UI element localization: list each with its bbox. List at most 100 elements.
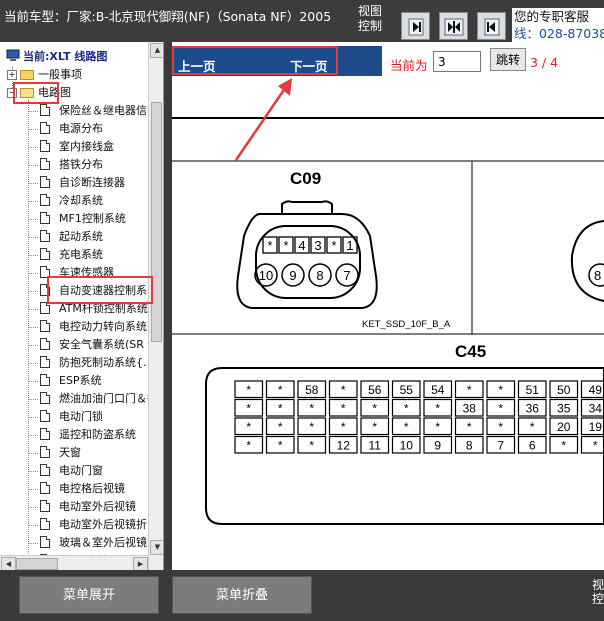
document-icon	[40, 356, 50, 368]
scroll-left-icon[interactable]: ◀	[1, 557, 16, 570]
scroll-up-icon[interactable]: ▲	[150, 43, 163, 58]
c45-pin-grid: * * 58 * 56 55 54 * * 51 50 49 * * * * * * * 38 * 36 35 34 * * * * *…	[234, 380, 604, 454]
tree-item-label: 冷却系统	[59, 194, 103, 207]
c45-pin: *	[404, 402, 409, 416]
partial-pin-label: 8	[594, 268, 601, 283]
next-page-link[interactable]: 下一页	[290, 56, 328, 75]
open-folder-icon	[20, 88, 34, 98]
c45-pin: *	[498, 402, 503, 416]
c45-pin: 35	[557, 402, 571, 416]
c45-pin: 49	[589, 383, 603, 397]
collapse-icon[interactable]: −	[7, 88, 17, 98]
document-icon	[40, 518, 50, 530]
document-icon	[40, 320, 50, 332]
c45-pin: 55	[400, 383, 414, 397]
c45-pin: 38	[463, 402, 477, 416]
tree-connector	[28, 345, 38, 346]
document-icon	[40, 374, 50, 386]
c45-pin: *	[341, 420, 346, 434]
c09-bottom-pins: 10 9 8 7	[254, 263, 359, 287]
tree-connector	[28, 489, 38, 490]
split-view-button[interactable]	[439, 12, 468, 40]
service-line-1: 您的专职客服	[514, 9, 590, 24]
c09-top-pin: 4	[298, 238, 305, 253]
c09-top-pin: *	[331, 238, 336, 253]
tree-connector	[28, 363, 38, 364]
prev-page-link[interactable]: 上一页	[178, 56, 216, 75]
scroll-down-icon[interactable]: ▼	[150, 540, 163, 555]
tree-connector	[28, 237, 38, 238]
tree-item-label: 遥控和防盗系统	[59, 428, 136, 441]
c45-pin: *	[309, 420, 314, 434]
c45-pin: *	[435, 420, 440, 434]
c45-pin: *	[561, 439, 566, 453]
c45-pin: 10	[400, 439, 414, 453]
tree-item-label: ESP系统	[59, 374, 102, 387]
c45-pin: 54	[431, 383, 445, 397]
document-icon	[40, 266, 50, 278]
tree-connector	[28, 525, 38, 526]
tree-connector	[28, 417, 38, 418]
document-icon	[40, 392, 50, 404]
c09-top-pin: 1	[346, 238, 353, 253]
tree-connector	[28, 183, 38, 184]
tree-item-label: 室内接线盒	[59, 140, 114, 153]
c09-top-pins: * * 4 3 * 1	[262, 236, 358, 254]
tree-connector	[28, 201, 38, 202]
tree-connector	[28, 309, 38, 310]
c45-pin: *	[246, 420, 251, 434]
c09-top-pin: *	[283, 238, 288, 253]
tree-panel: 当前:XLT 线路图 + 一般事项 − 电路图 保险丝＆继电器信 电源分布 室内接线…	[0, 42, 164, 570]
expand-icon[interactable]: +	[7, 70, 17, 80]
tree-item-label: 电动门锁	[59, 410, 103, 423]
c45-pin: *	[498, 383, 503, 397]
c45-pin: 20	[557, 420, 571, 434]
document-icon	[40, 302, 50, 314]
tree-connector	[28, 435, 38, 436]
scroll-thumb-horizontal[interactable]	[16, 558, 58, 570]
c45-pin: *	[341, 383, 346, 397]
document-icon	[40, 428, 50, 440]
c45-pin: *	[372, 402, 377, 416]
document-icon	[40, 104, 50, 116]
tree-vertical-scrollbar[interactable]: ▲ ▼	[148, 42, 163, 570]
scroll-right-icon[interactable]: ▶	[133, 557, 148, 570]
scroll-thumb[interactable]	[151, 102, 162, 342]
document-icon	[40, 410, 50, 422]
document-icon	[40, 230, 50, 242]
c45-pin: *	[246, 439, 251, 453]
page-count: 3 / 4	[530, 55, 559, 70]
c45-pin: *	[246, 402, 251, 416]
c45-pin: 36	[526, 402, 540, 416]
page-number-input[interactable]	[433, 51, 481, 72]
top-bar: 当前车型：厂家:B-北京现代御翔(NF)（Sonata NF）2005 视图控制…	[0, 0, 604, 42]
c09-bottom-pin: 8	[316, 268, 323, 283]
tree-item-label: 电动门窗	[59, 464, 103, 477]
document-icon	[40, 176, 50, 188]
partial-connector-body	[570, 220, 604, 302]
tree-item-label: 自诊断连接器	[59, 176, 125, 189]
prev-view-button[interactable]	[477, 12, 506, 40]
computer-icon	[6, 49, 20, 61]
tree-item-label: MF1控制系统	[59, 212, 126, 225]
c45-pin: *	[278, 420, 283, 434]
c45-pin: 58	[305, 383, 319, 397]
tree-item-label: 安全气囊系统(SR	[59, 338, 144, 351]
c45-pin: *	[467, 383, 472, 397]
tree-item-label: ATM杆锁控制系统	[59, 302, 148, 315]
collapse-menu-button[interactable]: 菜单折叠	[172, 576, 312, 614]
c45-pin: *	[278, 402, 283, 416]
c45-pin: 8	[466, 439, 473, 453]
first-view-button[interactable]	[401, 12, 430, 40]
tree-item-label: 自动变速器控制系	[59, 284, 147, 297]
document-icon	[40, 464, 50, 476]
jump-button[interactable]: 跳转	[490, 48, 526, 71]
document-icon	[40, 482, 50, 494]
tree-horizontal-scrollbar[interactable]: ◀ ▶	[0, 555, 148, 570]
c45-pin: *	[404, 420, 409, 434]
tree-root-label: 当前:XLT 线路图	[23, 50, 108, 63]
tree-connector	[28, 399, 38, 400]
tree-connector	[28, 507, 38, 508]
c45-pin: *	[593, 439, 598, 453]
expand-menu-button[interactable]: 菜单展开	[19, 576, 159, 614]
